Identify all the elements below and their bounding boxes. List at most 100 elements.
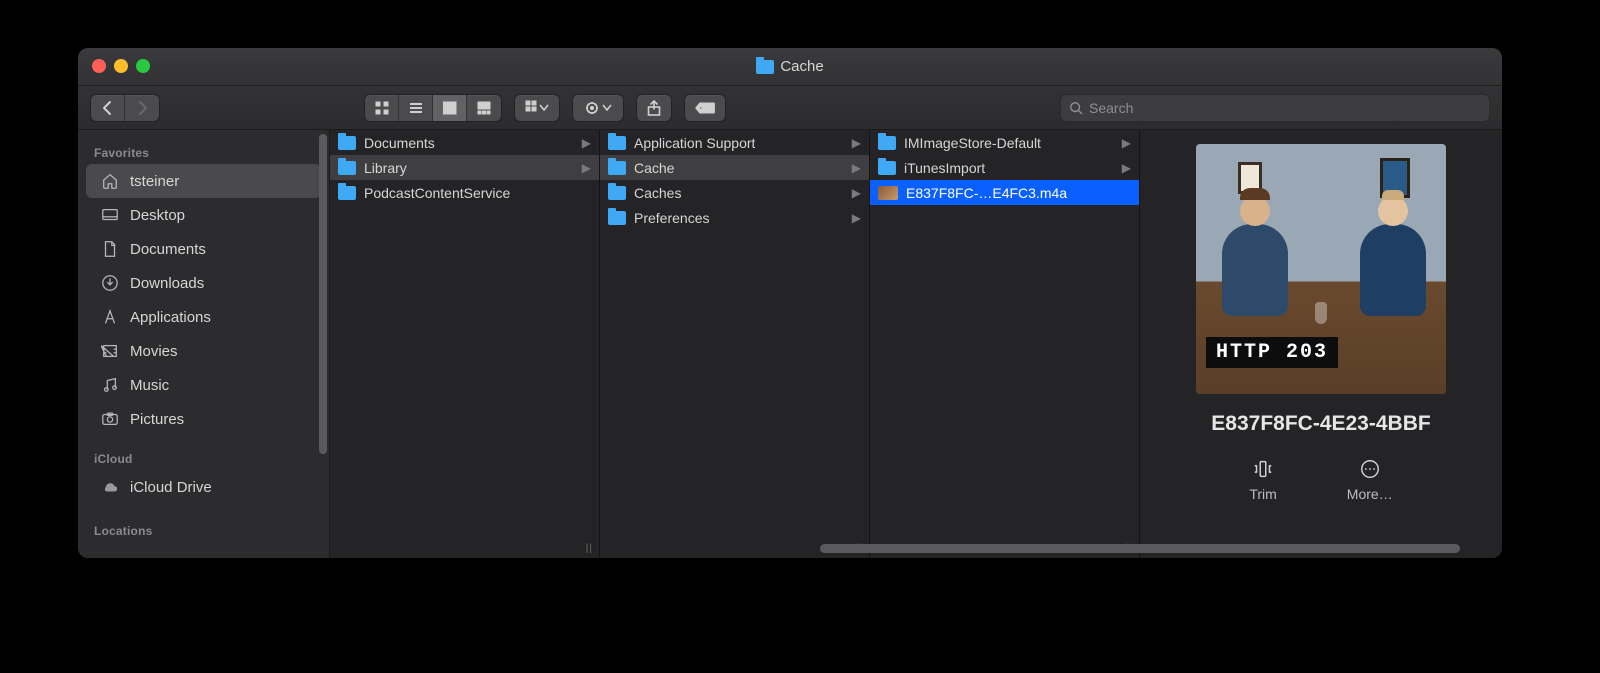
more-label: More… — [1347, 486, 1393, 502]
horizontal-scrollbar[interactable] — [330, 544, 1490, 554]
item-label: Cache — [634, 160, 674, 176]
movies-icon — [100, 342, 120, 360]
apps-icon — [100, 308, 120, 326]
column-view: Documents ▶ Library ▶ PodcastContentServ… — [330, 130, 1502, 558]
window-title: Cache — [780, 58, 823, 75]
item-label: Caches — [634, 185, 681, 201]
search-icon — [1069, 101, 1083, 115]
list-item-selected[interactable]: E837F8FC-…E4FC3.m4a — [870, 180, 1139, 205]
cloud-icon — [100, 478, 120, 496]
search-field[interactable] — [1060, 94, 1490, 122]
sidebar-item-label: Downloads — [130, 275, 204, 292]
minimize-button[interactable] — [114, 59, 128, 73]
back-button[interactable] — [91, 95, 125, 121]
sidebar-item-applications[interactable]: Applications — [86, 300, 321, 334]
view-switcher — [364, 94, 502, 122]
downloads-icon — [100, 274, 120, 292]
sidebar-item-icloud-drive[interactable]: iCloud Drive — [86, 470, 321, 504]
item-label: Preferences — [634, 210, 709, 226]
sidebar-item-home[interactable]: tsteiner — [86, 164, 321, 198]
item-label: iTunesImport — [904, 160, 985, 176]
share-button[interactable] — [637, 95, 671, 121]
item-label: Documents — [364, 135, 435, 151]
sidebar-item-label: Movies — [130, 343, 178, 360]
sidebar-item-documents[interactable]: Documents — [86, 232, 321, 266]
action-menu[interactable] — [572, 94, 624, 122]
item-label: Library — [364, 160, 407, 176]
item-label: Application Support — [634, 135, 755, 151]
column-3: IMImageStore-Default ▶ iTunesImport ▶ E8… — [870, 130, 1140, 558]
sidebar-item-pictures[interactable]: Pictures — [86, 402, 321, 436]
column-1: Documents ▶ Library ▶ PodcastContentServ… — [330, 130, 600, 558]
toolbar — [78, 86, 1502, 130]
sidebar-item-label: Applications — [130, 309, 211, 326]
tags-button-group — [684, 94, 726, 122]
preview-filename: E837F8FC-4E23-4BBF — [1211, 412, 1430, 436]
folder-icon — [608, 161, 626, 175]
forward-button[interactable] — [125, 95, 159, 121]
titlebar: Cache — [78, 48, 1502, 86]
more-button[interactable]: More… — [1347, 458, 1393, 502]
desktop-icon — [100, 206, 120, 224]
arrange-button[interactable] — [515, 95, 559, 121]
document-icon — [100, 240, 120, 258]
column-view-button[interactable] — [433, 95, 467, 121]
preview-pane: HTTP 203 E837F8FC-4E23-4BBF Trim More… — [1140, 130, 1502, 558]
folder-icon — [608, 136, 626, 150]
scrollbar-thumb[interactable] — [820, 544, 1460, 553]
list-item[interactable]: Application Support ▶ — [600, 130, 869, 155]
body: Favorites tsteiner Desktop Documents Dow… — [78, 130, 1502, 558]
arrange-menu[interactable] — [514, 94, 560, 122]
sidebar-item-music[interactable]: Music — [86, 368, 321, 402]
chevron-right-icon: ▶ — [852, 186, 861, 200]
sidebar-section-icloud: iCloud — [78, 446, 329, 470]
trim-button[interactable]: Trim — [1249, 458, 1276, 502]
list-item[interactable]: Documents ▶ — [330, 130, 599, 155]
sidebar-item-label: Documents — [130, 241, 206, 258]
trim-label: Trim — [1249, 486, 1276, 502]
list-item[interactable]: Library ▶ — [330, 155, 599, 180]
nav-buttons — [90, 94, 160, 122]
sidebar-item-desktop[interactable]: Desktop — [86, 198, 321, 232]
sidebar: Favorites tsteiner Desktop Documents Dow… — [78, 130, 330, 558]
tags-button[interactable] — [685, 95, 725, 121]
sidebar-section-locations: Locations — [78, 518, 329, 542]
list-view-button[interactable] — [399, 95, 433, 121]
list-item[interactable]: iTunesImport ▶ — [870, 155, 1139, 180]
action-button[interactable] — [573, 95, 623, 121]
chevron-right-icon: ▶ — [582, 161, 591, 175]
trim-icon — [1252, 458, 1274, 480]
sidebar-item-movies[interactable]: Movies — [86, 334, 321, 368]
list-item[interactable]: Cache ▶ — [600, 155, 869, 180]
folder-icon — [338, 136, 356, 150]
gallery-view-button[interactable] — [467, 95, 501, 121]
folder-icon — [608, 211, 626, 225]
close-button[interactable] — [92, 59, 106, 73]
folder-icon — [338, 186, 356, 200]
item-label: IMImageStore-Default — [904, 135, 1041, 151]
zoom-button[interactable] — [136, 59, 150, 73]
icon-view-button[interactable] — [365, 95, 399, 121]
sidebar-item-downloads[interactable]: Downloads — [86, 266, 321, 300]
sidebar-item-label: tsteiner — [130, 173, 179, 190]
sidebar-scrollbar[interactable] — [319, 134, 327, 454]
chevron-right-icon: ▶ — [1122, 136, 1131, 150]
folder-icon — [608, 186, 626, 200]
list-item[interactable]: IMImageStore-Default ▶ — [870, 130, 1139, 155]
sidebar-item-label: Pictures — [130, 411, 184, 428]
music-icon — [100, 376, 120, 394]
search-input[interactable] — [1089, 100, 1481, 116]
preview-thumbnail[interactable]: HTTP 203 — [1196, 144, 1446, 394]
window-controls — [92, 59, 150, 73]
file-thumbnail-icon — [878, 186, 898, 200]
share-button-group — [636, 94, 672, 122]
list-item[interactable]: Caches ▶ — [600, 180, 869, 205]
list-item[interactable]: PodcastContentService — [330, 180, 599, 205]
chevron-right-icon: ▶ — [852, 211, 861, 225]
sidebar-item-label: Music — [130, 377, 169, 394]
chevron-right-icon: ▶ — [852, 136, 861, 150]
home-icon — [100, 172, 120, 190]
pictures-icon — [100, 410, 120, 428]
folder-icon — [756, 60, 774, 74]
list-item[interactable]: Preferences ▶ — [600, 205, 869, 230]
